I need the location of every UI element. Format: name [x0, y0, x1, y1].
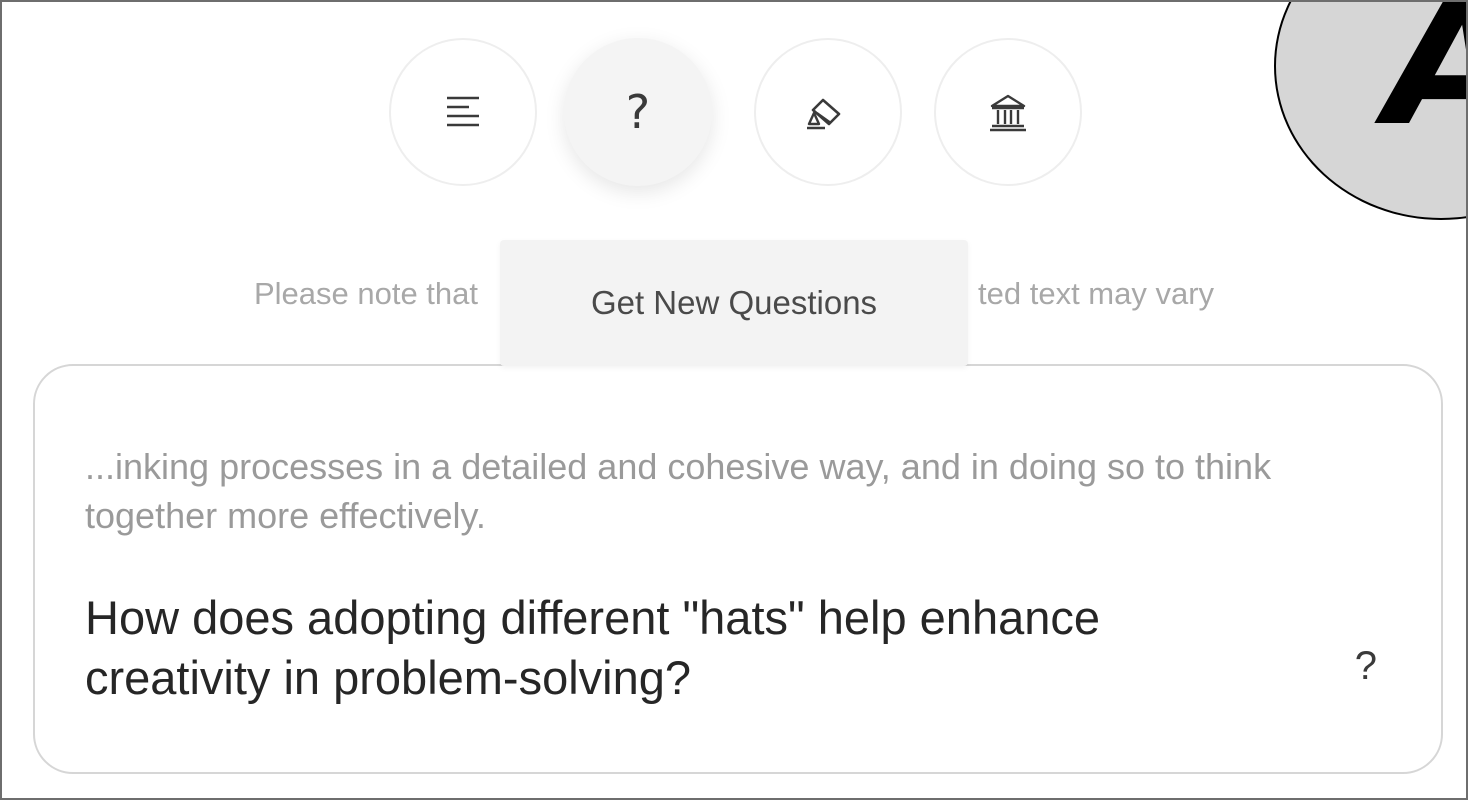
disclaimer-text-left: Please note that — [253, 276, 479, 311]
question-mark-icon: ? — [625, 85, 651, 139]
bank-building-icon — [990, 94, 1026, 132]
context-excerpt: ...inking processes in a detailed and co… — [85, 446, 1272, 536]
summary-button[interactable] — [389, 38, 537, 186]
toolbar: ? — [389, 38, 1089, 190]
question-card: ...inking processes in a detailed and co… — [33, 364, 1443, 774]
corner-logo-badge: A — [1274, 2, 1466, 220]
questions-button[interactable]: ? — [564, 38, 712, 186]
highlighter-icon — [807, 98, 841, 130]
align-left-lines-icon — [447, 96, 479, 127]
library-button[interactable] — [934, 38, 1082, 186]
app-frame: ? Please note that ted text may vary Get… — [0, 0, 1468, 800]
disclaimer-text-right: ted text may vary — [978, 276, 1215, 311]
question-text[interactable]: How does adopting different "hats" help … — [85, 588, 1235, 708]
highlight-button[interactable] — [754, 38, 902, 186]
logo-letter: A — [1386, 2, 1466, 152]
get-new-questions-tooltip: Get New Questions — [500, 240, 968, 366]
question-mark-icon[interactable]: ? — [1355, 644, 1377, 689]
